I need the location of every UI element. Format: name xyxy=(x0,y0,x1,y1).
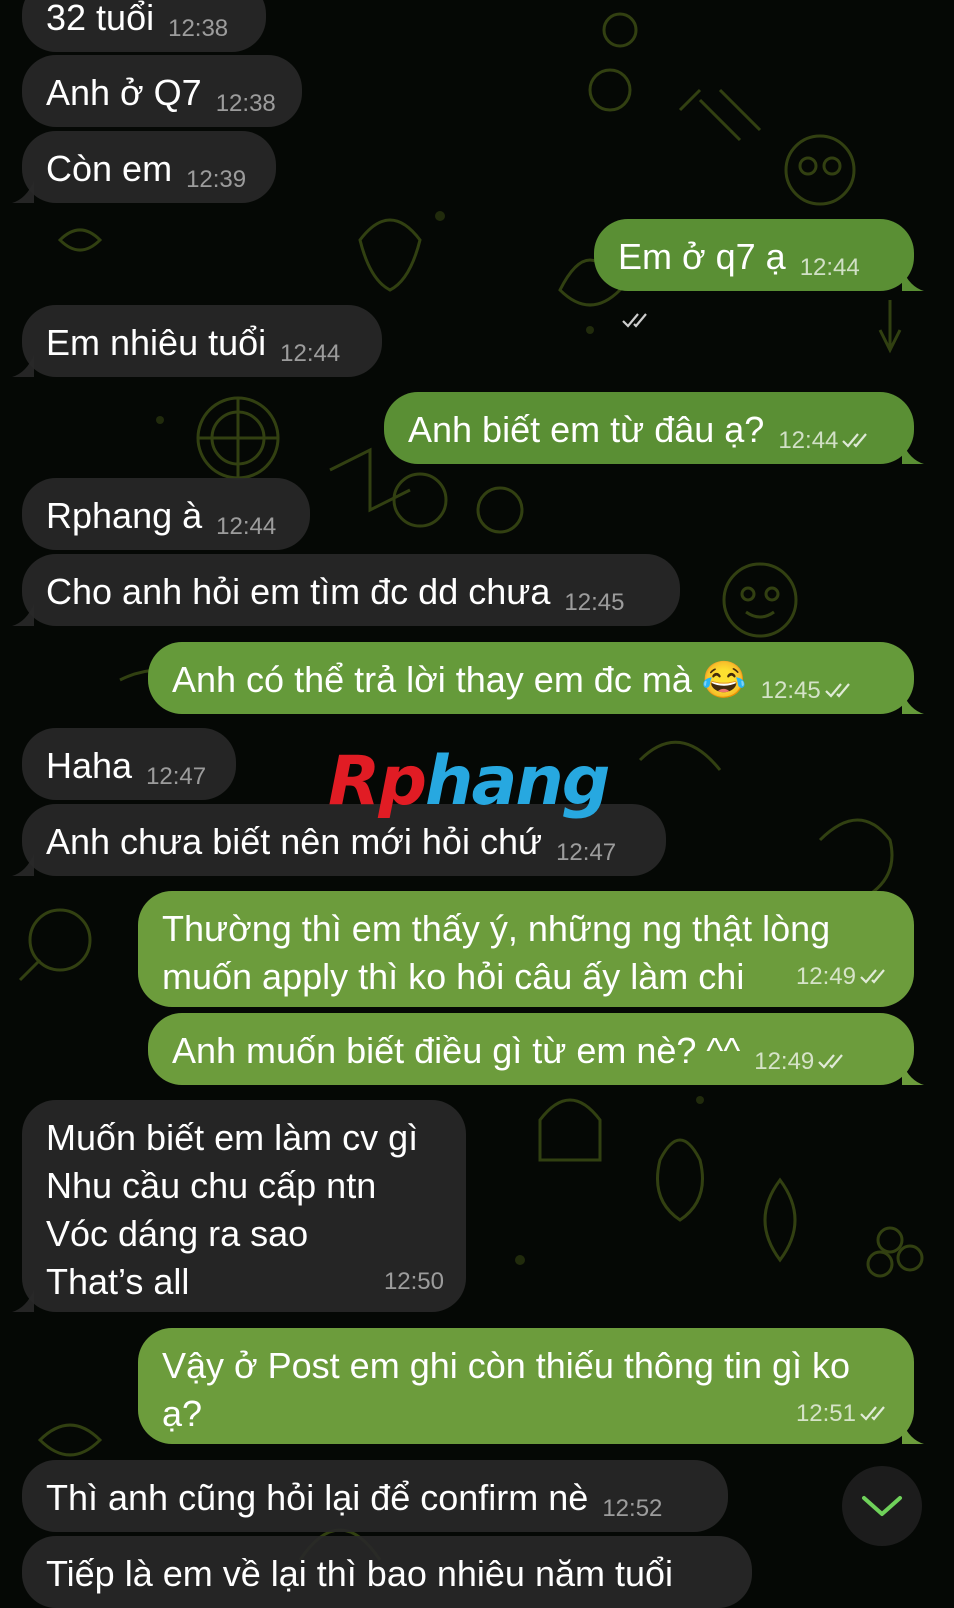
double-check-icon xyxy=(860,969,885,984)
message-text: Em nhiêu tuổi xyxy=(46,322,267,363)
scroll-down-button[interactable] xyxy=(842,1466,922,1546)
message-outgoing[interactable]: Vậy ở Post em ghi còn thiếu thông tin gì… xyxy=(138,1328,924,1444)
bubble-tail xyxy=(902,692,924,714)
message-text: Vậy ở Post em ghi còn thiếu thông tin gì… xyxy=(162,1345,851,1434)
bubble-tail xyxy=(12,854,34,876)
bubble-tail xyxy=(902,1422,924,1444)
bubble-tail xyxy=(902,442,924,464)
message-text: Anh muốn biết điều gì từ em nè? ^^ xyxy=(172,1030,741,1071)
bubble-tail xyxy=(12,604,34,626)
message-text: Thì anh cũng hỏi lại để confirm nè xyxy=(46,1477,589,1518)
message-time: 12:38 xyxy=(215,90,276,117)
message-incoming[interactable]: Cho anh hỏi em tìm đc dd chưa 12:45 xyxy=(12,554,680,626)
message-incoming[interactable]: Em nhiêu tuổi 12:44 xyxy=(12,305,382,377)
message-text: Muốn biết em làm cv gì Nhu cầu chu cấp n… xyxy=(46,1117,419,1302)
message-text: Anh chưa biết nên mới hỏi chứ xyxy=(46,821,543,862)
message-incoming[interactable]: Haha 12:47 xyxy=(22,728,236,800)
bubble-tail xyxy=(902,1063,924,1085)
message-text: Còn em xyxy=(46,148,173,189)
message-time: 12:49 xyxy=(795,963,856,990)
double-check-icon xyxy=(842,433,868,448)
message-time: 12:51 xyxy=(795,1400,856,1427)
message-text: Haha xyxy=(46,745,133,786)
double-check-icon xyxy=(860,1406,885,1421)
message-time: 12:44 xyxy=(778,427,839,454)
message-time: 12:44 xyxy=(280,340,341,367)
message-outgoing[interactable]: Anh muốn biết điều gì từ em nè? ^^ 12:49 xyxy=(148,1013,924,1085)
bubble-tail xyxy=(12,355,34,377)
message-incoming[interactable]: Còn em 12:39 xyxy=(12,131,276,203)
message-time: 12:47 xyxy=(556,839,617,866)
message-text: Thường thì em thấy ý, những ng thật lòng… xyxy=(162,908,831,997)
message-text: Em ở q7 ạ xyxy=(618,236,786,277)
bubble-tail xyxy=(12,1290,34,1312)
message-incoming[interactable]: Tiếp là em về lại thì bao nhiêu năm tuổi xyxy=(22,1536,752,1608)
double-check-icon xyxy=(622,313,647,328)
message-time: 12:39 xyxy=(186,166,247,193)
watermark-part: Rp xyxy=(328,742,427,821)
message-incoming[interactable]: Anh ở Q7 12:38 xyxy=(22,55,302,127)
message-incoming[interactable]: 32 tuổi 12:38 xyxy=(22,0,266,52)
message-incoming[interactable]: Thì anh cũng hỏi lại để confirm nè 12:52 xyxy=(22,1460,728,1532)
message-text: Anh biết em từ đâu ạ? xyxy=(408,409,765,450)
message-outgoing[interactable]: Em ở q7 ạ 12:44 xyxy=(594,219,924,328)
message-time: 12:44 xyxy=(216,513,277,540)
message-text: Anh có thể trả lời thay em đc mà 😂 xyxy=(172,659,747,700)
message-outgoing[interactable]: Anh biết em từ đâu ạ? 12:44 xyxy=(384,392,924,464)
message-outgoing[interactable]: Thường thì em thấy ý, những ng thật lòng… xyxy=(138,891,914,1007)
chevron-down-icon xyxy=(862,1496,902,1516)
message-text: Rphang à xyxy=(46,495,203,536)
double-check-icon xyxy=(818,1054,844,1069)
message-outgoing[interactable]: Anh có thể trả lời thay em đc mà 😂 12:45 xyxy=(148,642,924,714)
message-text: Tiếp là em về lại thì bao nhiêu năm tuổi xyxy=(46,1553,674,1594)
message-time: 12:49 xyxy=(754,1048,815,1075)
double-check-icon xyxy=(824,683,850,698)
message-text: Cho anh hỏi em tìm đc dd chưa xyxy=(46,571,551,612)
message-incoming[interactable]: Rphang à 12:44 xyxy=(22,478,310,550)
message-time: 12:50 xyxy=(383,1268,444,1295)
bubble-tail xyxy=(12,181,34,203)
watermark-part: hang xyxy=(425,742,610,821)
bubble-tail xyxy=(902,269,924,291)
message-time: 12:38 xyxy=(168,15,229,42)
message-text: Anh ở Q7 xyxy=(46,72,202,113)
message-time: 12:45 xyxy=(760,677,821,704)
message-incoming[interactable]: Muốn biết em làm cv gì Nhu cầu chu cấp n… xyxy=(12,1100,466,1312)
message-time: 12:45 xyxy=(564,589,625,616)
message-text: 32 tuổi xyxy=(46,0,155,38)
message-time: 12:47 xyxy=(146,763,207,790)
message-time: 12:52 xyxy=(602,1495,663,1522)
watermark-logo: Rphang xyxy=(328,742,610,822)
message-time: 12:44 xyxy=(799,254,860,281)
